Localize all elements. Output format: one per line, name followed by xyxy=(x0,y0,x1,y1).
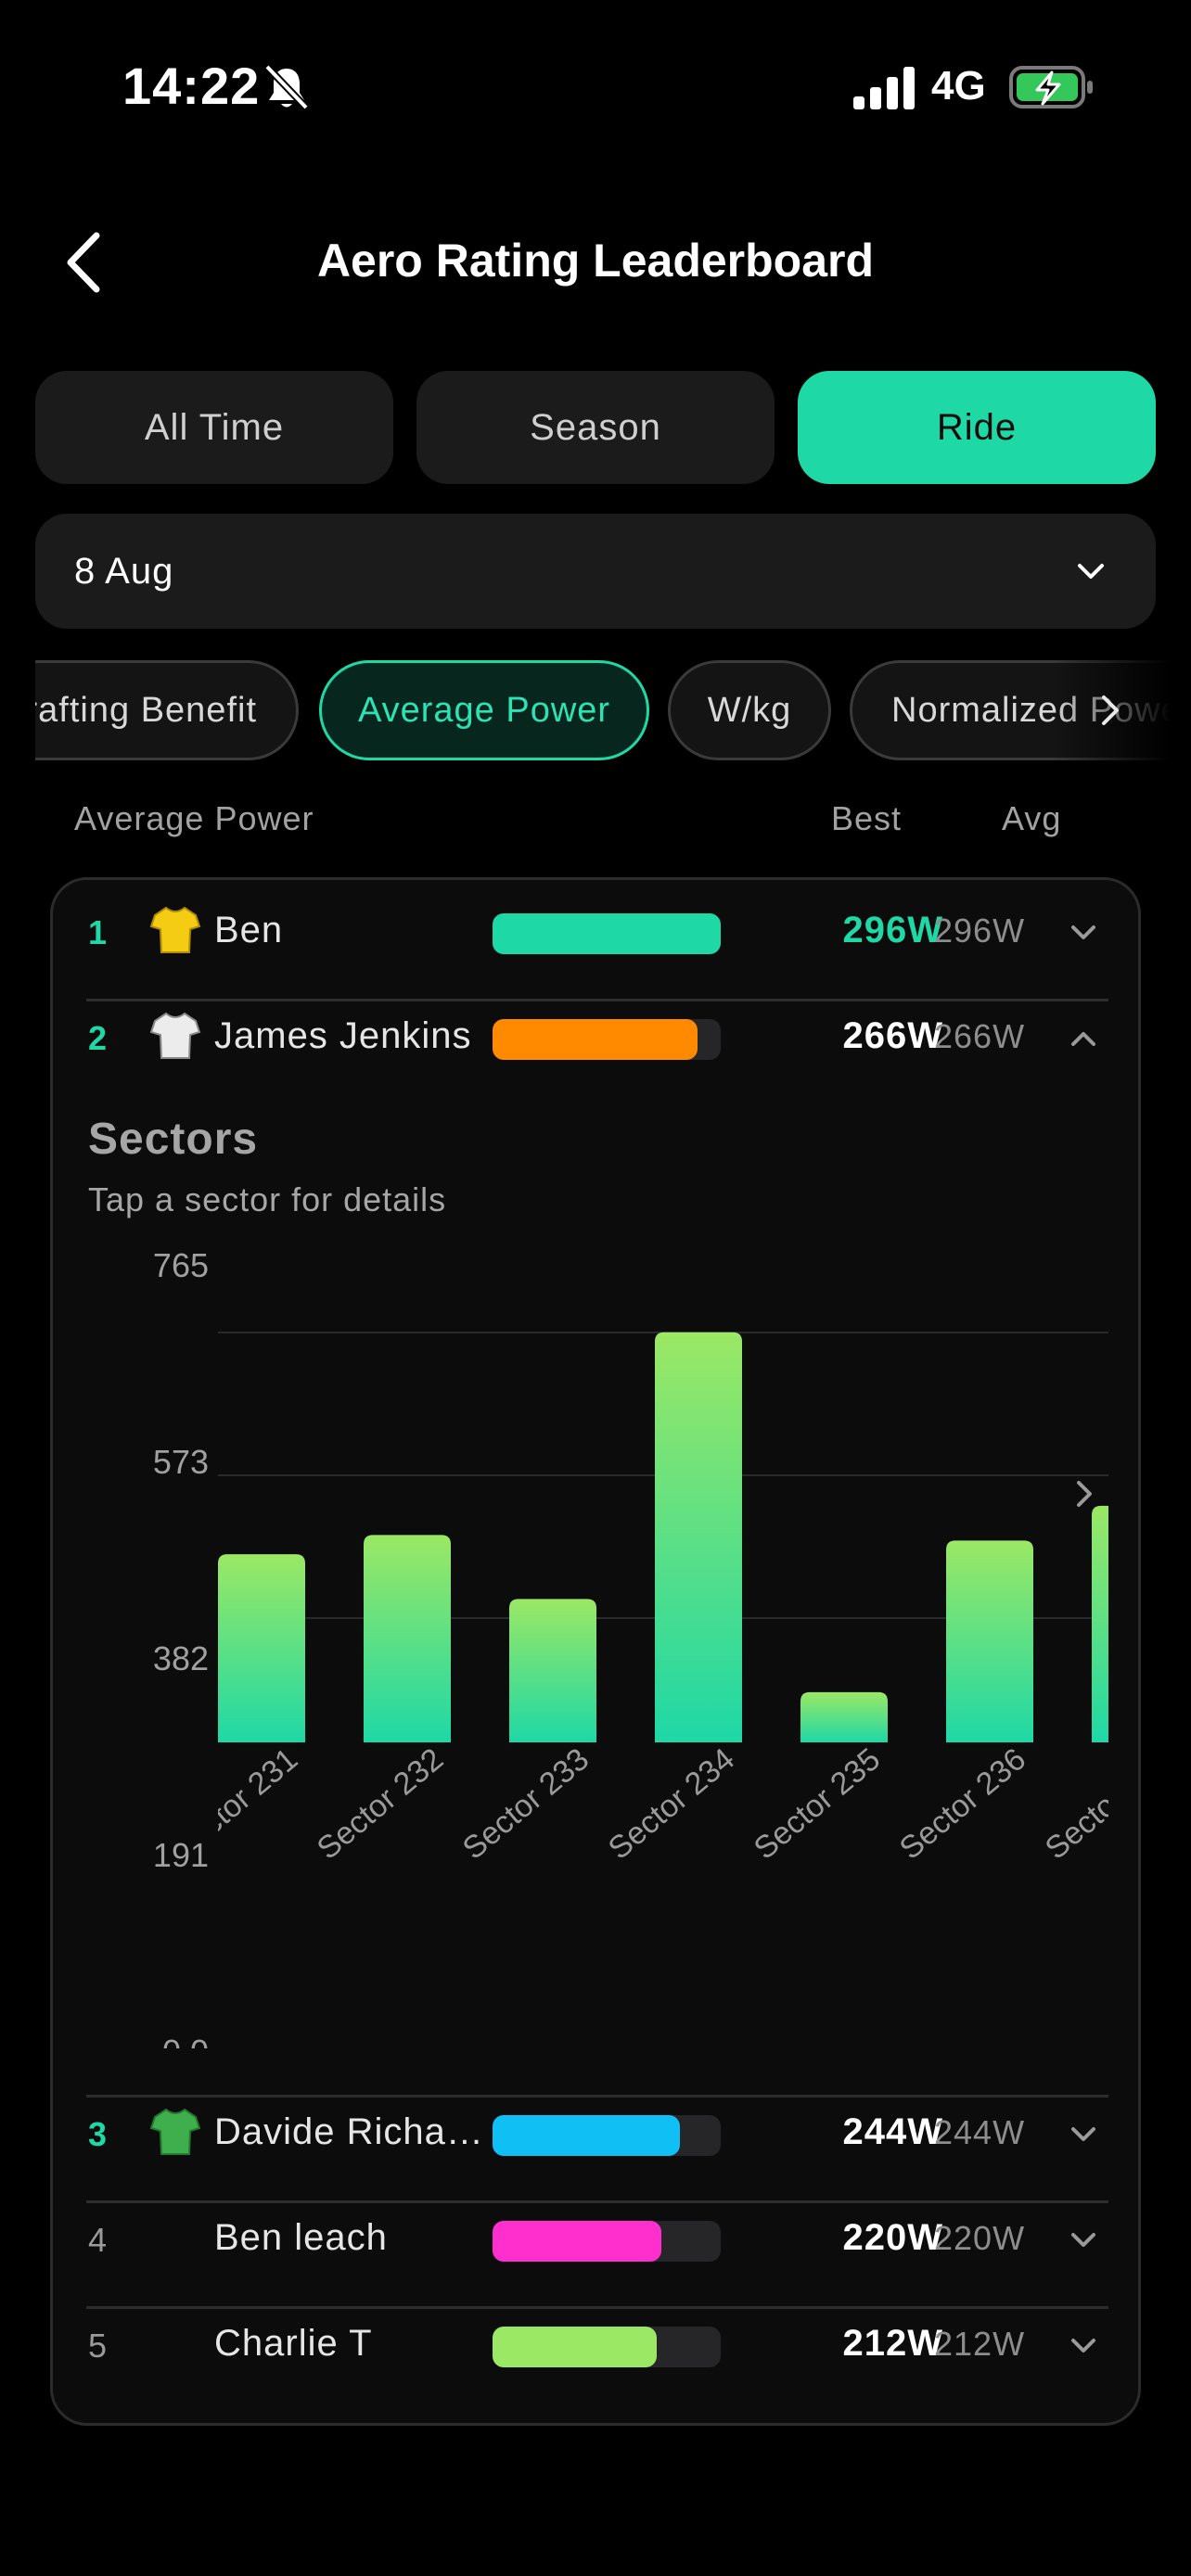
chip-label: Drafting Benefit xyxy=(35,690,257,730)
green-jersey-icon xyxy=(149,2108,201,2155)
x-tick-label: Sector 233 xyxy=(456,1741,596,1867)
cellular-signal-icon xyxy=(853,67,915,109)
column-header-best: Best xyxy=(831,799,903,837)
rider-best: 220W xyxy=(842,2217,943,2258)
rider-best: 266W xyxy=(842,1015,943,1056)
tab-label: Ride xyxy=(936,406,1018,448)
x-tick-label: Sector 235 xyxy=(748,1741,887,1867)
date-dropdown[interactable]: 8 Aug xyxy=(35,514,1156,629)
page-title: Aero Rating Leaderboard xyxy=(316,235,875,287)
chart-y-axis: 765 573 382 191 0.0 xyxy=(153,1246,209,2048)
sector-bar[interactable] xyxy=(946,1540,1033,1742)
rider-name: Charlie T xyxy=(214,2323,373,2364)
chart-scroll-right-icon[interactable] xyxy=(1077,1481,1092,1507)
x-tick-label: Sector 232 xyxy=(311,1741,450,1867)
tab-season[interactable]: Season xyxy=(416,371,775,484)
chart-bars[interactable] xyxy=(218,1332,1144,1742)
column-header-metric: Average Power xyxy=(74,799,314,837)
power-bar-track xyxy=(493,2221,721,2262)
chip-label: Average Power xyxy=(357,690,611,730)
rider-rank: 4 xyxy=(88,2221,108,2259)
chevron-down-icon[interactable] xyxy=(1068,2225,1099,2256)
power-bar-track xyxy=(493,1019,721,1060)
sector-bar[interactable] xyxy=(1092,1505,1144,1742)
chart-x-axis: Sector 231 Sector 232 Sector 233 Sector 234… xyxy=(218,1741,1144,1867)
power-bar-fill xyxy=(493,913,721,954)
rider-best: 296W xyxy=(842,910,943,950)
power-bar-fill xyxy=(493,2221,662,2262)
tab-label: Season xyxy=(530,406,661,448)
bell-muted-icon xyxy=(264,64,309,110)
chevron-down-icon[interactable] xyxy=(1068,917,1099,949)
sector-bar[interactable] xyxy=(800,1691,888,1742)
power-bar-fill xyxy=(493,2327,658,2367)
chip-average-power[interactable]: Average Power xyxy=(319,660,649,760)
rider-best: 244W xyxy=(842,2111,943,2152)
chevron-down-icon[interactable] xyxy=(1068,2330,1099,2362)
power-bar-fill xyxy=(493,1019,698,1060)
power-bar-track xyxy=(493,2327,721,2367)
rider-name: Ben leach xyxy=(214,2217,388,2258)
rider-name: Ben xyxy=(214,910,284,950)
rider-rank: 1 xyxy=(88,913,108,951)
status-time: 14:22 xyxy=(122,57,261,115)
y-tick-label: 191 xyxy=(153,1836,209,1874)
rider-best: 212W xyxy=(842,2323,943,2364)
chip-drafting-benefit[interactable]: Drafting Benefit xyxy=(35,660,299,760)
date-dropdown-value: 8 Aug xyxy=(74,551,174,592)
white-jersey-icon xyxy=(149,1012,201,1059)
tab-ride[interactable]: Ride xyxy=(798,371,1156,484)
status-bar: 14:22 4G xyxy=(0,0,1191,176)
power-bar-track xyxy=(493,913,721,954)
x-tick-label: Sector 236 xyxy=(893,1741,1032,1867)
rider-row-3[interactable]: 3 Davide Richa… 244W 244W xyxy=(53,2082,1144,2187)
rider-row-2[interactable]: 2 James Jenkins 266W 266W xyxy=(53,986,1144,1091)
rider-name: Davide Richa… xyxy=(214,2111,484,2152)
sector-bar[interactable] xyxy=(218,1554,305,1742)
rider-rank: 5 xyxy=(88,2327,108,2365)
sector-bar[interactable] xyxy=(509,1599,596,1742)
leaderboard-card: 1 Ben 296W 296W 2 James Jenkins 266W 266… xyxy=(50,877,1141,2426)
chip-label: W/kg xyxy=(707,690,792,730)
tab-label: All Time xyxy=(144,406,285,448)
y-tick-label: 382 xyxy=(153,1639,209,1677)
rider-row-5[interactable]: 5 Charlie T 212W 212W xyxy=(53,2293,1144,2399)
chevron-down-icon xyxy=(1078,564,1104,579)
metric-chip-scroller[interactable]: Drafting Benefit Average Power W/kg Norm… xyxy=(35,657,1191,764)
x-tick-label: Sector 234 xyxy=(602,1741,741,1867)
sectors-title: Sectors xyxy=(88,1115,259,1164)
yellow-jersey-icon xyxy=(149,906,201,953)
power-bar-fill xyxy=(493,2115,680,2156)
rider-rank: 3 xyxy=(88,2115,108,2153)
rider-name: James Jenkins xyxy=(214,1015,472,1056)
chevron-up-icon[interactable] xyxy=(1068,1023,1099,1054)
chip-w-kg[interactable]: W/kg xyxy=(668,660,831,760)
power-bar-track xyxy=(493,2115,721,2156)
y-tick-label: 573 xyxy=(153,1443,209,1481)
column-header-avg: Avg xyxy=(1002,799,1062,837)
battery-charging-icon xyxy=(1009,66,1093,108)
rider-row-1[interactable]: 1 Ben 296W 296W xyxy=(53,880,1144,986)
tab-all-time[interactable]: All Time xyxy=(35,371,393,484)
y-tick-label: 0.0 xyxy=(162,2033,209,2048)
sector-bar[interactable] xyxy=(364,1535,451,1742)
rider-rank: 2 xyxy=(88,1019,108,1057)
sector-bar[interactable] xyxy=(655,1332,742,1742)
x-tick-label: Sector 237 xyxy=(1039,1741,1144,1867)
chevron-down-icon[interactable] xyxy=(1068,2119,1099,2150)
rider-row-4[interactable]: 4 Ben leach 220W 220W xyxy=(53,2187,1144,2293)
sectors-bar-chart[interactable]: 765 573 382 191 0.0 Sector 231Sector 232Sect… xyxy=(53,1214,1144,2048)
y-tick-label: 765 xyxy=(153,1246,209,1284)
chevron-right-icon[interactable] xyxy=(1096,692,1124,729)
network-type: 4G xyxy=(931,63,986,108)
